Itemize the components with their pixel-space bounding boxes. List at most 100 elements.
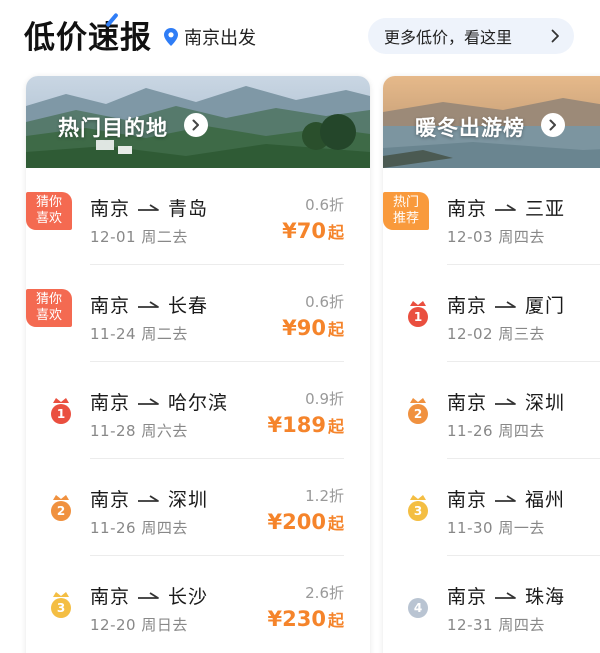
route-text: 南京 长沙 [90, 582, 208, 609]
route-row[interactable]: 1 南京 哈尔滨 11-28 周六去 0.9折 ¥189 起 [26, 362, 370, 459]
route-arrow-icon [495, 494, 516, 502]
route-text: 南京 珠海 [447, 582, 565, 609]
route-row[interactable]: 猜你 喜欢 南京 青岛 12-01 周二去 0.6折 ¥70 起 [26, 168, 370, 265]
price-value: ¥70 [282, 219, 326, 243]
departure-date: 12-02 周三去 [447, 325, 545, 343]
route-arrow-icon [495, 591, 516, 599]
page-title: 低价速报 [24, 12, 152, 57]
tag-hot-recommend: 热门 推荐 [383, 192, 429, 230]
rank-number: 3 [413, 504, 423, 518]
rank-number: 2 [56, 504, 66, 518]
route-destination: 深圳 [525, 392, 566, 414]
header: 低价速报 南京出发 更多低价，看这里 [0, 0, 600, 68]
rank-badge: 1 [407, 299, 429, 329]
route-origin: 南京 [447, 295, 488, 317]
route-destination: 三亚 [525, 198, 566, 220]
card-hot-destinations: 热门目的地 猜你 喜欢 南京 青岛 12-01 周二去 0.6折 ¥70 起 猜… [26, 76, 370, 653]
route-origin: 南京 [447, 198, 488, 220]
more-low-price-button[interactable]: 更多低价，看这里 [368, 18, 574, 54]
departure-date: 11-24 周二去 [90, 325, 188, 343]
more-low-price-label: 更多低价，看这里 [384, 28, 513, 47]
route-text: 南京 三亚 [447, 194, 565, 221]
departure-date: 12-03 周四去 [447, 228, 545, 246]
price-suffix: 起 [327, 417, 344, 436]
route-arrow-icon [138, 397, 159, 405]
price-suffix: 起 [327, 223, 344, 242]
route-arrow-icon [138, 591, 159, 599]
route-row[interactable]: 3 南京 福州 11-30 周一去 [383, 459, 600, 556]
banner-hot-destinations[interactable]: 热门目的地 [26, 76, 370, 168]
route-origin: 南京 [90, 392, 131, 414]
route-text: 南京 深圳 [90, 485, 208, 512]
route-arrow-icon [495, 397, 516, 405]
rank-badge: 4 [407, 590, 429, 620]
rank-number: 1 [413, 310, 423, 324]
banner-warm-winter[interactable]: 暖冬出游榜 [383, 76, 600, 168]
price-label: ¥90 起 [282, 316, 344, 340]
price-value: ¥90 [282, 316, 326, 340]
discount-label: 1.2折 [305, 487, 344, 505]
route-origin: 南京 [90, 586, 131, 608]
route-list-warm-winter: 热门 推荐 南京 三亚 12-03 周四去 1 南京 厦门 12-02 周三去 … [383, 168, 600, 653]
banner-title-warm-winter: 暖冬出游榜 [415, 116, 525, 140]
price-label: ¥70 起 [282, 219, 344, 243]
price-suffix: 起 [327, 611, 344, 630]
discount-label: 2.6折 [305, 584, 344, 602]
route-text: 南京 深圳 [447, 388, 565, 415]
route-origin: 南京 [447, 392, 488, 414]
departure-date: 11-28 周六去 [90, 422, 188, 440]
rank-number: 3 [56, 601, 66, 615]
route-destination: 深圳 [168, 489, 209, 511]
route-origin: 南京 [447, 586, 488, 608]
route-text: 南京 厦门 [447, 291, 565, 318]
page-title-text: 低价速报 [24, 20, 152, 56]
route-text: 南京 长春 [90, 291, 208, 318]
route-row[interactable]: 2 南京 深圳 11-26 周四去 [383, 362, 600, 459]
route-destination: 厦门 [525, 295, 566, 317]
chevron-right-icon [184, 113, 208, 137]
rank-number: 1 [56, 407, 66, 421]
route-list-hot-destinations: 猜你 喜欢 南京 青岛 12-01 周二去 0.6折 ¥70 起 猜你 喜欢 南京 长… [26, 168, 370, 653]
price-label: ¥189 起 [268, 413, 344, 437]
location-pin-icon [164, 28, 178, 46]
rank-number: 2 [413, 407, 423, 421]
tag-guess-you-like: 猜你 喜欢 [26, 289, 72, 327]
route-text: 南京 哈尔滨 [90, 388, 228, 415]
price-label: ¥230 起 [268, 607, 344, 631]
route-origin: 南京 [90, 489, 131, 511]
route-row[interactable]: 2 南京 深圳 11-26 周四去 1.2折 ¥200 起 [26, 459, 370, 556]
route-arrow-icon [495, 203, 516, 211]
route-row[interactable]: 热门 推荐 南京 三亚 12-03 周四去 [383, 168, 600, 265]
chevron-right-icon [551, 29, 559, 43]
card-warm-winter-ranking: 暖冬出游榜 热门 推荐 南京 三亚 12-03 周四去 1 南京 厦门 12-0… [383, 76, 600, 653]
route-row[interactable]: 1 南京 厦门 12-02 周三去 [383, 265, 600, 362]
departure-date: 12-31 周四去 [447, 616, 545, 634]
price-suffix: 起 [327, 320, 344, 339]
departure-date: 11-30 周一去 [447, 519, 545, 537]
route-destination: 哈尔滨 [168, 392, 229, 414]
discount-label: 0.6折 [305, 293, 344, 311]
departure-date: 11-26 周四去 [90, 519, 188, 537]
route-row[interactable]: 3 南京 长沙 12-20 周日去 2.6折 ¥230 起 [26, 556, 370, 653]
route-destination: 长沙 [168, 586, 209, 608]
departure-location-label: 南京出发 [184, 28, 256, 49]
route-arrow-icon [138, 300, 159, 308]
route-text: 南京 福州 [447, 485, 565, 512]
departure-date: 12-01 周二去 [90, 228, 188, 246]
chevron-right-icon [541, 113, 565, 137]
tag-guess-you-like: 猜你 喜欢 [26, 192, 72, 230]
price-label: ¥200 起 [268, 510, 344, 534]
route-row[interactable]: 4 南京 珠海 12-31 周四去 [383, 556, 600, 653]
departure-location[interactable]: 南京出发 [164, 24, 256, 50]
banner-title-hot-destinations: 热门目的地 [58, 116, 168, 140]
route-arrow-icon [495, 300, 516, 308]
route-destination: 长春 [168, 295, 209, 317]
price-value: ¥230 [267, 607, 326, 631]
departure-date: 11-26 周四去 [447, 422, 545, 440]
rank-number: 4 [413, 601, 423, 615]
route-origin: 南京 [447, 489, 488, 511]
route-row[interactable]: 猜你 喜欢 南京 长春 11-24 周二去 0.6折 ¥90 起 [26, 265, 370, 362]
route-origin: 南京 [90, 295, 131, 317]
route-destination: 福州 [525, 489, 566, 511]
rank-badge: 3 [50, 590, 72, 620]
